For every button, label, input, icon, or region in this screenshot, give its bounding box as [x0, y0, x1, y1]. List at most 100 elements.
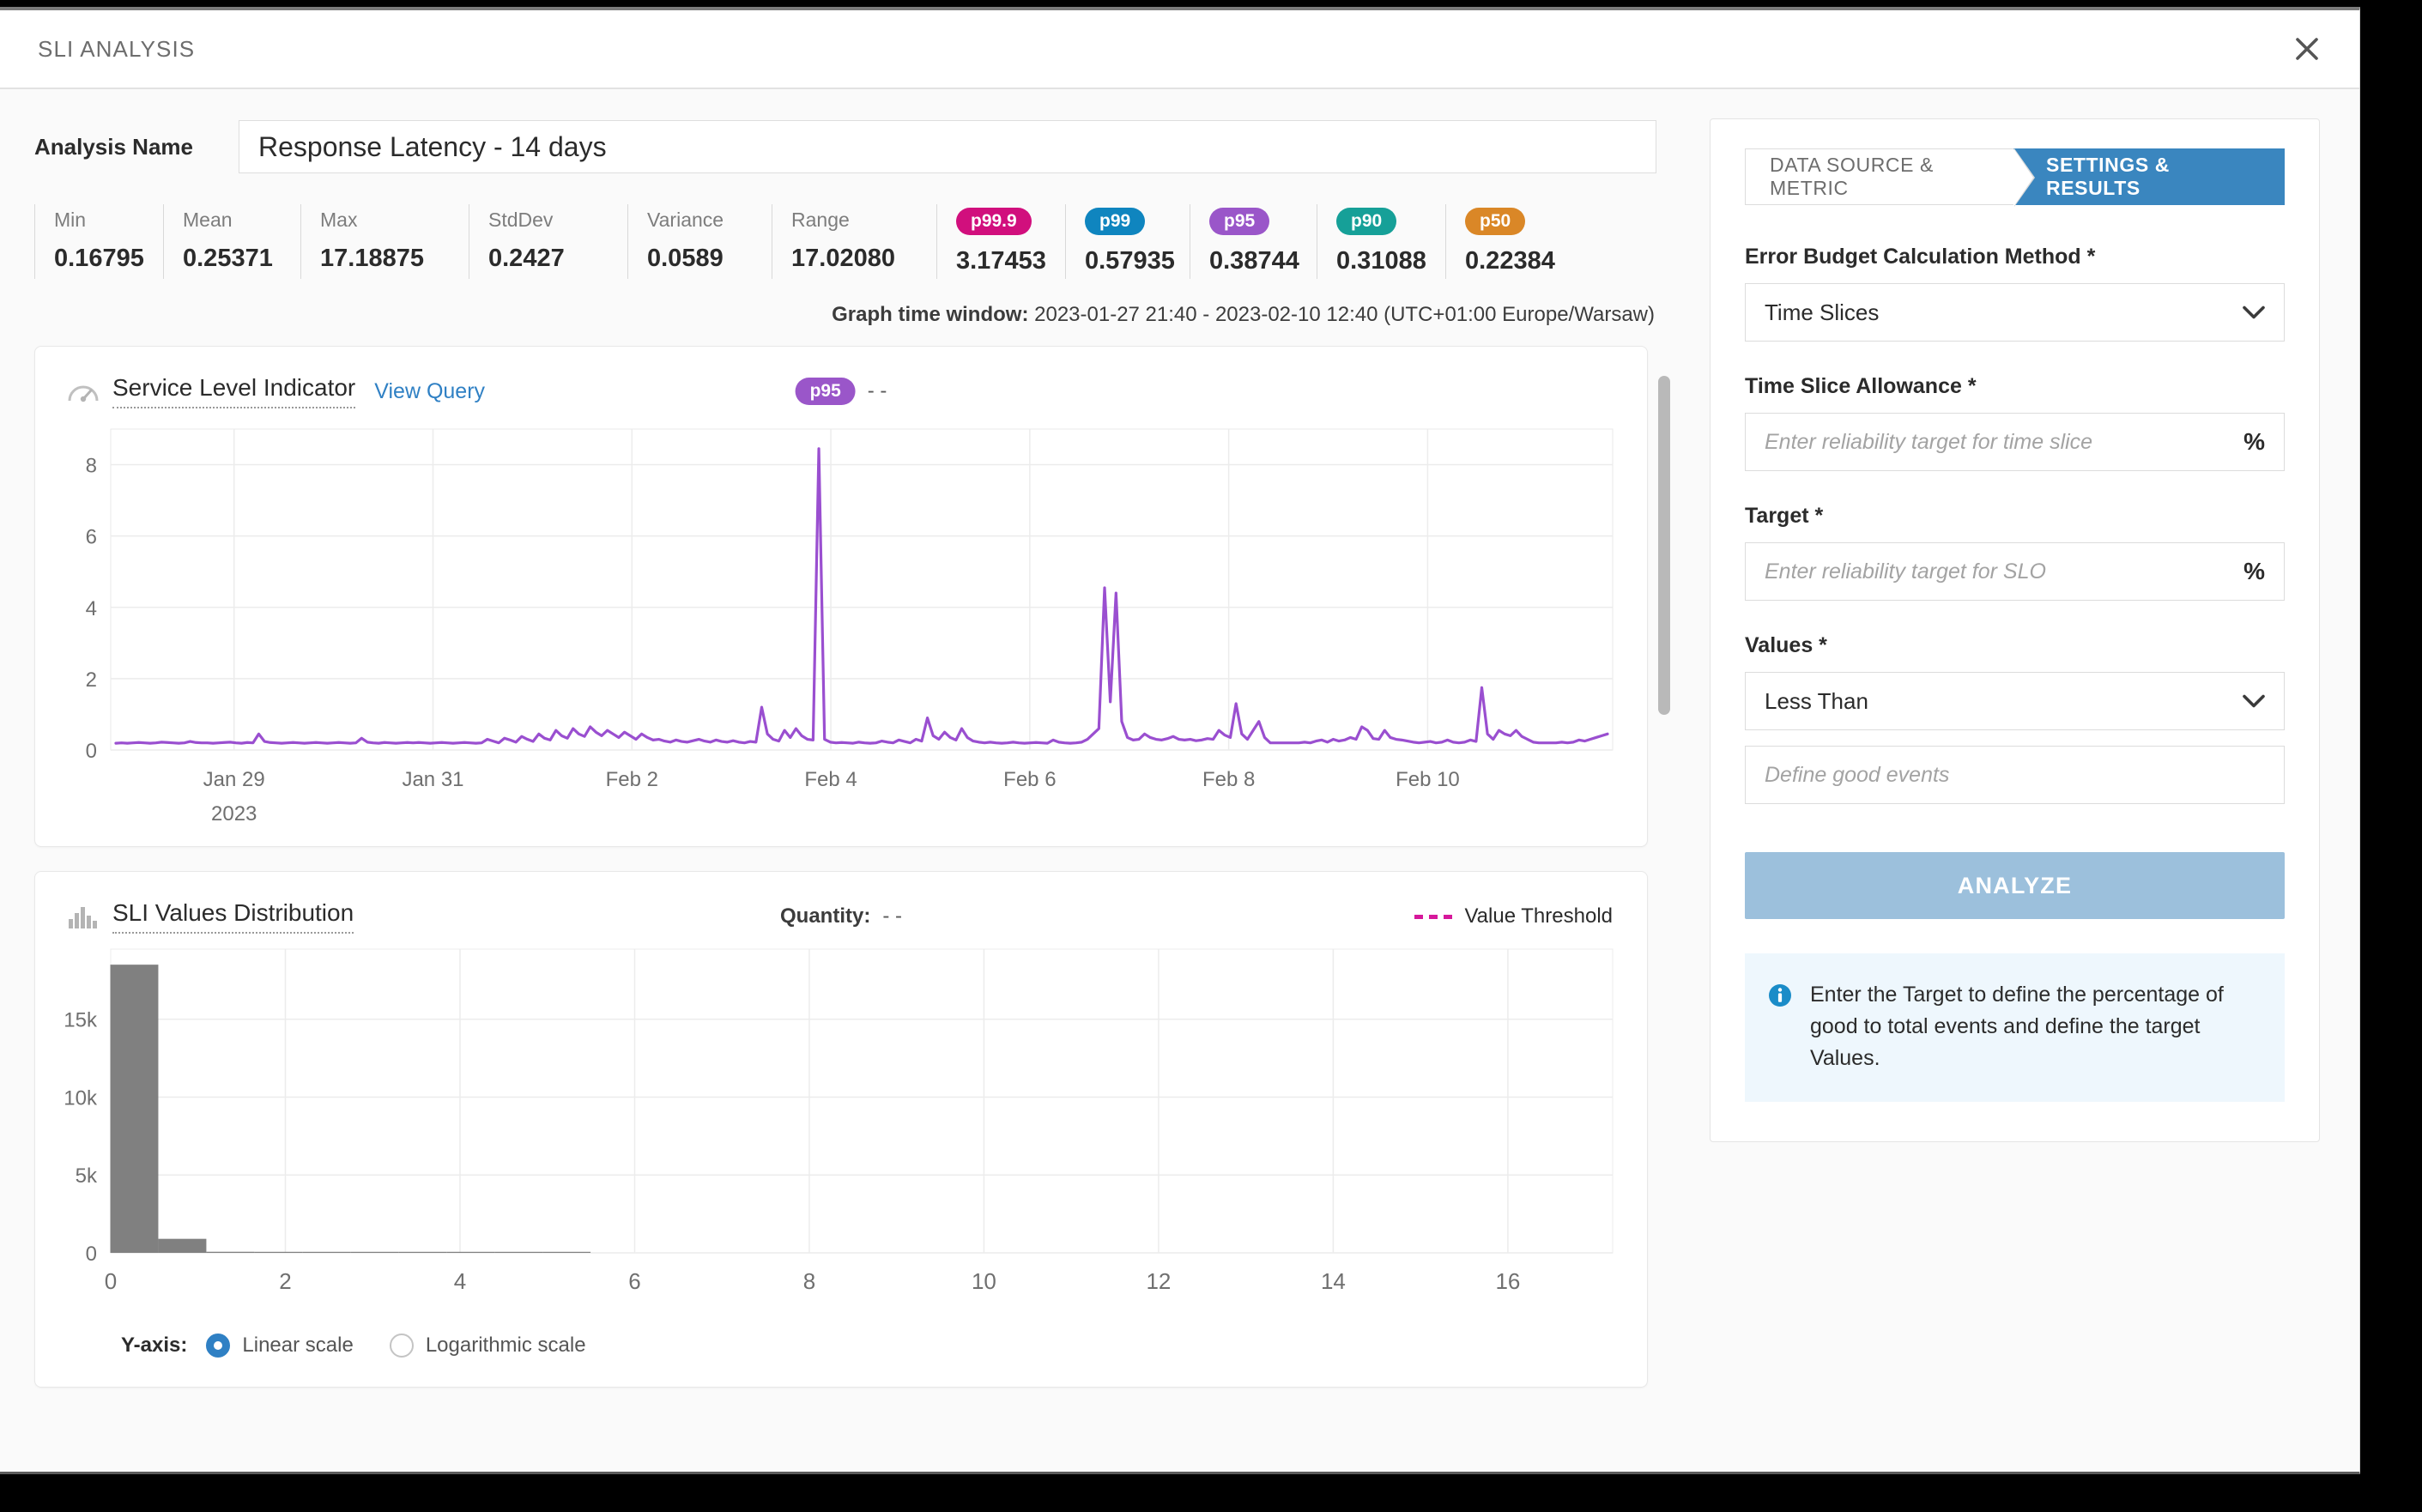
chevron-down-icon	[2243, 299, 2265, 326]
values-operator-select[interactable]: Less Than	[1745, 672, 2285, 730]
percentile-badge: p95	[1209, 208, 1270, 236]
values-operator-value: Less Than	[1765, 687, 1868, 714]
percentile-badge: p99.9	[956, 208, 1032, 236]
sli-chart-legend: p95 - -	[795, 378, 887, 406]
sli-line-plot[interactable]: 0 2 4 6 8 Jan 29 2023 Jan 31 Feb 2 Feb 4 Feb 6 Feb …	[35, 408, 1647, 846]
svg-text:0: 0	[105, 1268, 117, 1294]
field-target: Target * Enter reliability target for SL…	[1745, 504, 2285, 601]
tab-settings-results-label: SETTINGS & RESULTS	[2046, 154, 2171, 199]
analysis-name-input[interactable]	[239, 120, 1656, 173]
stat-label: Min	[54, 209, 87, 231]
radio-logarithmic-scale[interactable]: Logarithmic scale	[389, 1334, 586, 1358]
svg-text:8: 8	[86, 455, 97, 478]
stat-cell: Min 0.16795	[34, 204, 163, 280]
tab-settings-results[interactable]: SETTINGS & RESULTS	[2013, 148, 2285, 205]
dialog-header: SLI ANALYSIS	[0, 10, 2359, 89]
time-slice-allowance-percent-suffix: %	[2243, 428, 2265, 455]
stat-value: 0.38744	[1209, 247, 1299, 275]
svg-text:Feb 10: Feb 10	[1396, 768, 1460, 791]
stat-cell: p99 0.57935	[1065, 204, 1190, 280]
statistics-row: Min 0.16795 Mean 0.25371 Max 17.18875 StdDev 0.…	[34, 204, 1691, 280]
stat-label: Max	[320, 209, 358, 231]
graph-time-window-value: 2023-01-27 21:40 - 2023-02-10 12:40 (UTC…	[1034, 303, 1655, 327]
error-budget-method-value: Time Slices	[1765, 299, 1880, 325]
view-query-link[interactable]: View Query	[374, 379, 485, 404]
svg-text:4: 4	[86, 597, 97, 620]
target-placeholder: Enter reliability target for SLO	[1765, 559, 2046, 584]
stat-cell: p95 0.38744	[1190, 204, 1317, 280]
stat-cell: Max 17.18875	[300, 204, 469, 280]
time-slice-allowance-input[interactable]: Enter reliability target for time slice …	[1745, 413, 2285, 471]
radio-linear-scale[interactable]: Linear scale	[206, 1334, 354, 1358]
sli-analysis-dialog: SLI ANALYSIS Analysis Name Min 0.16795 Mea…	[0, 7, 2360, 1474]
radio-linear-mark[interactable]	[206, 1334, 231, 1358]
good-events-input[interactable]: Define good events	[1745, 746, 2285, 804]
svg-text:2: 2	[86, 668, 97, 692]
stat-percentile-badge: p50	[1465, 208, 1555, 236]
field-values: Values * Less Than Define good events	[1745, 633, 2285, 804]
bar-chart-icon	[66, 902, 100, 931]
close-icon[interactable]	[2287, 29, 2327, 69]
radio-logarithmic-label: Logarithmic scale	[425, 1334, 586, 1358]
radio-logarithmic-mark[interactable]	[389, 1334, 414, 1358]
stat-value: 0.25371	[183, 244, 273, 272]
svg-text:4: 4	[454, 1268, 466, 1294]
tab-data-source-metric-label: DATA SOURCE & METRIC	[1770, 154, 1934, 199]
distribution-quantity-label: Quantity:	[780, 904, 871, 928]
stat-value: 0.31088	[1336, 247, 1426, 275]
svg-text:16: 16	[1495, 1268, 1520, 1294]
error-budget-method-select[interactable]: Time Slices	[1745, 283, 2285, 342]
stat-label: StdDev	[488, 209, 554, 231]
svg-text:10: 10	[972, 1268, 996, 1294]
target-label: Target *	[1745, 504, 1824, 528]
value-threshold-label: Value Threshold	[1464, 904, 1613, 928]
stat-value: 0.16795	[54, 244, 144, 272]
dialog-body: Analysis Name Min 0.16795 Mean 0.25371 Max 17…	[0, 89, 2359, 1472]
stat-cell: Variance 0.0589	[627, 204, 772, 280]
distribution-chart-header: SLI Values Distribution Quantity: - - Va…	[35, 872, 1647, 934]
svg-text:6: 6	[86, 526, 97, 549]
graph-time-window: Graph time window: 2023-01-27 21:40 - 20…	[34, 303, 1691, 327]
svg-text:Feb 4: Feb 4	[804, 768, 857, 791]
y-axis-scale-controls: Y-axis: Linear scale Logarithmic scale	[35, 1311, 1647, 1387]
svg-text:14: 14	[1321, 1268, 1346, 1294]
info-text: Enter the Target to define the percentag…	[1810, 983, 2224, 1070]
left-column: Analysis Name Min 0.16795 Mean 0.25371 Max 17…	[0, 89, 1691, 1472]
stat-cell: p99.9 3.17453	[936, 204, 1065, 280]
value-threshold-legend: Value Threshold	[1414, 904, 1613, 928]
target-input[interactable]: Enter reliability target for SLO %	[1745, 542, 2285, 601]
svg-text:Feb 8: Feb 8	[1202, 768, 1255, 791]
svg-text:6: 6	[628, 1268, 640, 1294]
distribution-quantity-value: - -	[882, 904, 902, 928]
y-axis-caption: Y-axis:	[121, 1334, 188, 1358]
stat-percentile-badge: p99.9	[956, 208, 1065, 236]
stat-value: 17.02080	[791, 244, 895, 272]
analysis-name-label: Analysis Name	[34, 133, 193, 160]
panel-tabs: DATA SOURCE & METRIC SETTINGS & RESULTS	[1745, 148, 2285, 207]
svg-text:10k: 10k	[64, 1087, 98, 1110]
stat-value: 17.18875	[320, 244, 424, 272]
sli-legend-value: - -	[867, 379, 887, 403]
graph-time-window-label: Graph time window:	[832, 303, 1029, 327]
sli-chart-header: Service Level Indicator View Query p95 -…	[35, 347, 1647, 409]
stat-cell: Range 17.02080	[772, 204, 936, 280]
sli-legend-badge: p95	[795, 378, 856, 406]
field-error-budget-method: Error Budget Calculation Method * Time S…	[1745, 245, 2285, 342]
tab-data-source-metric[interactable]: DATA SOURCE & METRIC	[1745, 148, 2035, 207]
stat-cell: p90 0.31088	[1317, 204, 1445, 280]
stat-label: Variance	[647, 209, 724, 231]
analysis-name-row: Analysis Name	[34, 120, 1691, 173]
sli-chart-title[interactable]: Service Level Indicator	[112, 374, 356, 409]
values-label: Values *	[1745, 633, 1827, 657]
analyze-button[interactable]: ANALYZE	[1745, 852, 2285, 919]
chevron-down-icon	[2243, 688, 2265, 715]
good-events-placeholder: Define good events	[1765, 762, 1950, 787]
distribution-chart-title[interactable]: SLI Values Distribution	[112, 899, 354, 934]
stat-value: 0.2427	[488, 244, 565, 272]
stat-label: Range	[791, 209, 850, 231]
svg-text:Feb 2: Feb 2	[606, 768, 658, 791]
distribution-quantity: Quantity: - -	[780, 904, 902, 928]
distribution-bar-plot[interactable]: 0 5k 10k 15k 0 2 4 6 8 10 12 14 16	[35, 934, 1647, 1311]
field-time-slice-allowance: Time Slice Allowance * Enter reliability…	[1745, 374, 2285, 471]
charts-scrollbar-thumb[interactable]	[1658, 376, 1670, 716]
